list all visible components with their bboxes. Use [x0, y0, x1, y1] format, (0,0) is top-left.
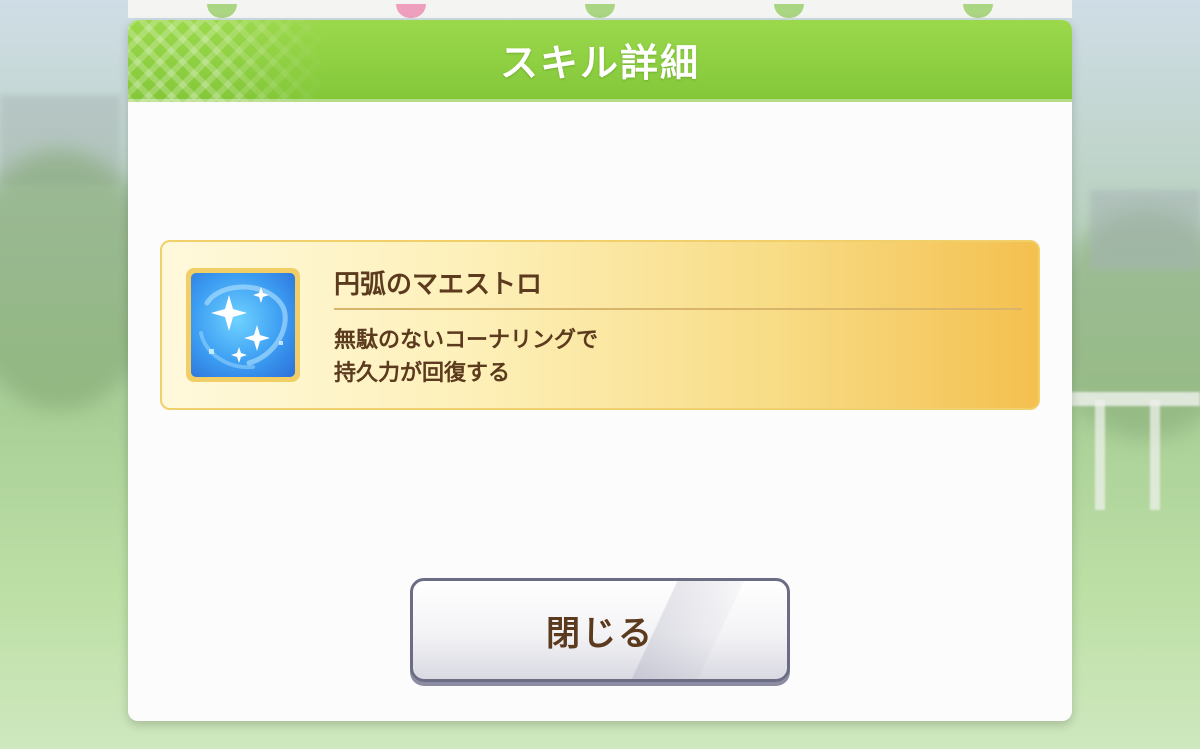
skill-description-line: 持久力が回復する [334, 361, 511, 386]
background-building-right [1090, 190, 1200, 270]
header-lattice-pattern [128, 20, 328, 102]
skill-description-line: 無駄のないコーナリングで [334, 328, 599, 353]
skill-description: 無駄のないコーナリングで 持久力が回復する [334, 324, 598, 390]
skill-detail-dialog: スキル詳細 円弧のマエストロ 無駄のないコーナリングで 持久力が回復する 閉じる [128, 20, 1072, 721]
underlying-icon [207, 4, 238, 18]
underlying-icon [773, 4, 804, 18]
close-button[interactable]: 閉じる [410, 578, 790, 682]
skill-divider [334, 308, 1022, 310]
sparkle-orb-icon [191, 273, 295, 377]
background-fence [1070, 392, 1200, 406]
skill-name: 円弧のマエストロ [334, 270, 543, 300]
background-fence-post [1095, 400, 1105, 510]
underlying-icon [584, 4, 615, 18]
close-button-label: 閉じる [546, 613, 654, 654]
skill-icon-frame [186, 268, 300, 382]
underlying-panel-strip [128, 0, 1072, 18]
underlying-icon [962, 4, 993, 18]
dialog-title: スキル詳細 [499, 41, 700, 85]
skill-card: 円弧のマエストロ 無駄のないコーナリングで 持久力が回復する [160, 240, 1040, 410]
background-fence-post [1150, 400, 1160, 510]
underlying-icon [396, 4, 427, 18]
dialog-header: スキル詳細 [128, 20, 1072, 102]
